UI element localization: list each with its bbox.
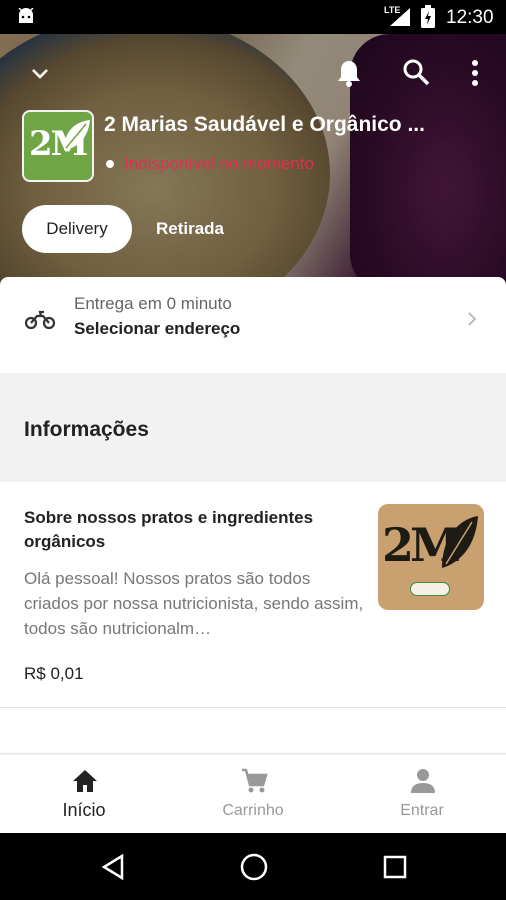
delivery-time: Entrega em 0 minuto bbox=[74, 294, 232, 313]
status-dot bbox=[106, 160, 114, 168]
section-title: Informações bbox=[24, 418, 149, 441]
home-circle-icon[interactable] bbox=[239, 852, 269, 882]
bell-icon[interactable] bbox=[336, 58, 362, 88]
availability-status: Indisponível no momento bbox=[124, 154, 314, 173]
info-item-price: R$ 0,01 bbox=[24, 664, 84, 683]
delivery-address-row[interactable]: Entrega em 0 minuto Selecionar endereço bbox=[0, 277, 506, 373]
nav-inicio[interactable]: Início bbox=[0, 755, 168, 833]
bottom-nav: Início Carrinho Entrar bbox=[0, 755, 506, 833]
battery-charging-icon bbox=[421, 5, 435, 28]
more-vert-icon[interactable] bbox=[466, 58, 484, 88]
chevron-right-icon bbox=[468, 312, 477, 326]
motorcycle-icon bbox=[24, 310, 56, 330]
select-address-label: Selecionar endereço bbox=[74, 319, 241, 338]
tab-retirada[interactable]: Retirada bbox=[142, 205, 238, 253]
store-logo: 2M bbox=[22, 110, 94, 182]
info-item[interactable]: Sobre nossos pratos e ingredientes orgân… bbox=[0, 482, 506, 708]
info-item-image: 2M bbox=[378, 504, 484, 610]
signal-icon bbox=[390, 8, 410, 26]
next-item-partial bbox=[0, 708, 506, 754]
back-icon[interactable] bbox=[100, 853, 126, 881]
clock: 12:30 bbox=[446, 7, 494, 28]
leaf-icon bbox=[64, 120, 90, 150]
info-item-title: Sobre nossos pratos e ingredientes orgân… bbox=[24, 508, 314, 551]
store-name: 2 Marias Saudável e Orgânico ... bbox=[104, 113, 425, 136]
chevron-down-icon[interactable] bbox=[28, 62, 52, 86]
info-item-description: Olá pessoal! Nossos pratos são todos cri… bbox=[24, 569, 364, 638]
system-nav-bar bbox=[0, 833, 506, 900]
cart-icon bbox=[242, 768, 268, 793]
organic-badge bbox=[410, 582, 450, 596]
search-icon[interactable] bbox=[402, 58, 430, 86]
person-icon bbox=[411, 769, 435, 793]
nav-carrinho[interactable]: Carrinho bbox=[169, 755, 337, 833]
android-icon bbox=[18, 8, 34, 23]
home-icon bbox=[73, 770, 97, 792]
tab-delivery[interactable]: Delivery bbox=[22, 205, 132, 253]
recents-icon[interactable] bbox=[382, 854, 408, 880]
nav-entrar[interactable]: Entrar bbox=[338, 755, 506, 833]
status-bar: LTE 12:30 bbox=[0, 0, 506, 34]
leaf-icon bbox=[442, 516, 478, 568]
